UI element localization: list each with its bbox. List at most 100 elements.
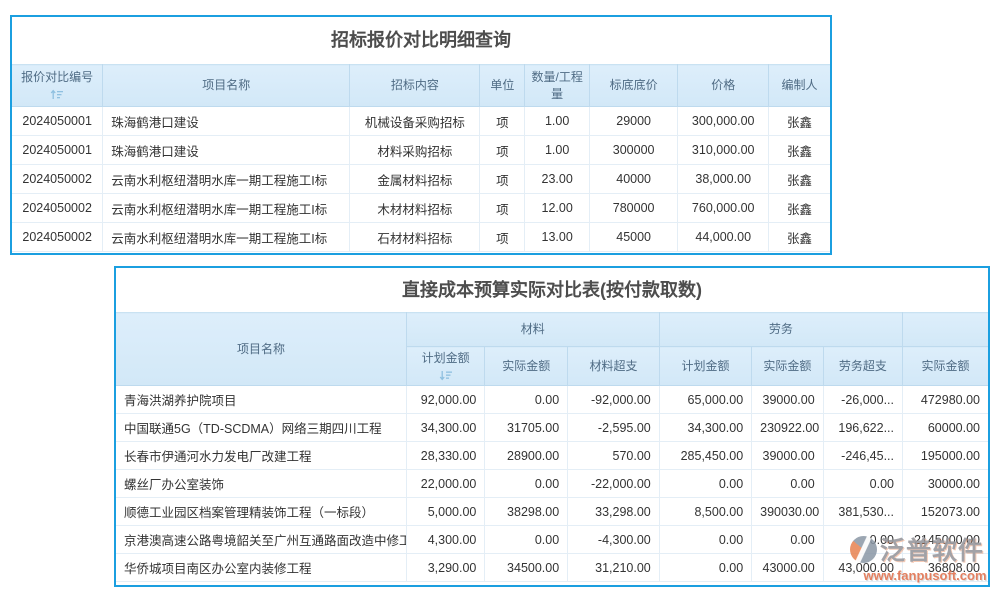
material-over-cell: -92,000.00: [568, 386, 660, 414]
unit-cell: 项: [480, 136, 525, 165]
last-actual-link[interactable]: 195000.00: [903, 442, 989, 470]
compare-id-link[interactable]: 2024050002: [12, 165, 103, 194]
col-header-bid-content: 招标内容: [350, 65, 480, 107]
base-price-cell: 300000: [589, 136, 677, 165]
project-name-link[interactable]: 京港澳高速公路粤境韶关至广州互通路面改造中修工: [116, 526, 406, 554]
col-header-unit: 单位: [480, 65, 525, 107]
price-cell: 44,000.00: [678, 223, 769, 252]
material-actual-link[interactable]: 0.00: [485, 526, 568, 554]
material-actual-link[interactable]: 38298.00: [485, 498, 568, 526]
group-header-empty: [903, 313, 989, 347]
compare-id-link[interactable]: 2024050001: [12, 136, 103, 165]
material-over-cell: -2,595.00: [568, 414, 660, 442]
project-name-link[interactable]: 云南水利枢纽潜明水库一期工程施工I标: [103, 194, 350, 223]
table-row: 2024050001 珠海鹤港口建设 机械设备采购招标 项 1.00 29000…: [12, 107, 830, 136]
material-actual-link[interactable]: 34500.00: [485, 554, 568, 582]
last-actual-link[interactable]: 60000.00: [903, 414, 989, 442]
col-header-project-name: 项目名称: [103, 65, 350, 107]
col-header-last-actual: 实际金额: [903, 347, 989, 386]
col-header-labor-plan: 计划金额: [659, 347, 751, 386]
material-plan-cell: 3,290.00: [406, 554, 484, 582]
table-row: 长春市伊通河水力发电厂改建工程 28,330.00 28900.00 570.0…: [116, 442, 988, 470]
col-header-author: 编制人: [769, 65, 830, 107]
cost-comparison-panel: 直接成本预算实际对比表(按付款取数) 项目名称 材料 劳务 计划金额: [114, 266, 990, 587]
project-name-link[interactable]: 顺德工业园区档案管理精装饰工程（一标段）: [116, 498, 406, 526]
author-link[interactable]: 张鑫: [769, 136, 830, 165]
material-actual-link[interactable]: 28900.00: [485, 442, 568, 470]
material-plan-cell: 34,300.00: [406, 414, 484, 442]
bid-panel-title: 招标报价对比明细查询: [12, 17, 830, 64]
col-header-material-actual: 实际金额: [485, 347, 568, 386]
labor-over-cell: -26,000...: [823, 386, 902, 414]
labor-actual-link[interactable]: 39000.00: [752, 386, 824, 414]
unit-cell: 项: [480, 107, 525, 136]
bid-content-cell: 木材材料招标: [350, 194, 480, 223]
material-actual-link[interactable]: 0.00: [485, 386, 568, 414]
project-name-link[interactable]: 青海洪湖养护院项目: [116, 386, 406, 414]
col-header-compare-id[interactable]: 报价对比编号: [12, 65, 103, 107]
labor-over-cell: -246,45...: [823, 442, 902, 470]
labor-plan-cell: 8,500.00: [659, 498, 751, 526]
labor-actual-link[interactable]: 43000.00: [752, 554, 824, 582]
author-link[interactable]: 张鑫: [769, 194, 830, 223]
table-row: 华侨城项目南区办公室内装修工程 3,290.00 34500.00 31,210…: [116, 554, 988, 582]
last-actual-link[interactable]: 36808.00: [903, 554, 989, 582]
last-actual-link[interactable]: 472980.00: [903, 386, 989, 414]
table-row: 2024050001 珠海鹤港口建设 材料采购招标 项 1.00 300000 …: [12, 136, 830, 165]
material-actual-link[interactable]: 0.00: [485, 470, 568, 498]
quantity-cell: 13.00: [525, 223, 590, 252]
project-name-link[interactable]: 螺丝厂办公室装饰: [116, 470, 406, 498]
material-actual-link[interactable]: 31705.00: [485, 414, 568, 442]
compare-id-link[interactable]: 2024050002: [12, 194, 103, 223]
group-header-material: 材料: [406, 313, 659, 347]
labor-actual-link[interactable]: 390030.00: [752, 498, 824, 526]
project-name-link[interactable]: 云南水利枢纽潜明水库一期工程施工I标: [103, 223, 350, 252]
project-name-link[interactable]: 珠海鹤港口建设: [103, 136, 350, 165]
sort-icon[interactable]: [50, 89, 64, 100]
labor-plan-cell: 65,000.00: [659, 386, 751, 414]
table-row: 中国联通5G（TD-SCDMA）网络三期四川工程 34,300.00 31705…: [116, 414, 988, 442]
project-name-link[interactable]: 华侨城项目南区办公室内装修工程: [116, 554, 406, 582]
labor-actual-link[interactable]: 0.00: [752, 470, 824, 498]
price-cell: 300,000.00: [678, 107, 769, 136]
last-actual-link[interactable]: 152073.00: [903, 498, 989, 526]
unit-cell: 项: [480, 223, 525, 252]
project-name-link[interactable]: 长春市伊通河水力发电厂改建工程: [116, 442, 406, 470]
project-name-link[interactable]: 云南水利枢纽潜明水库一期工程施工I标: [103, 165, 350, 194]
table-row: 京港澳高速公路粤境韶关至广州互通路面改造中修工 4,300.00 0.00 -4…: [116, 526, 988, 554]
material-over-cell: -4,300.00: [568, 526, 660, 554]
group-header-labor: 劳务: [659, 313, 902, 347]
table-row: 顺德工业园区档案管理精装饰工程（一标段） 5,000.00 38298.00 3…: [116, 498, 988, 526]
labor-over-cell: 43,000.00: [823, 554, 902, 582]
cost-comparison-table: 项目名称 材料 劳务 计划金额 实际金额 材料超支 计划金额: [116, 312, 988, 582]
material-plan-cell: 28,330.00: [406, 442, 484, 470]
labor-actual-link[interactable]: 39000.00: [752, 442, 824, 470]
labor-plan-cell: 0.00: [659, 526, 751, 554]
quantity-cell: 1.00: [525, 136, 590, 165]
labor-actual-link[interactable]: 0.00: [752, 526, 824, 554]
table-row: 螺丝厂办公室装饰 22,000.00 0.00 -22,000.00 0.00 …: [116, 470, 988, 498]
author-link[interactable]: 张鑫: [769, 165, 830, 194]
price-cell: 760,000.00: [678, 194, 769, 223]
col-header-quantity: 数量/工程量: [525, 65, 590, 107]
table-row: 2024050002 云南水利枢纽潜明水库一期工程施工I标 石材材料招标 项 1…: [12, 223, 830, 252]
compare-id-link[interactable]: 2024050001: [12, 107, 103, 136]
bid-content-cell: 金属材料招标: [350, 165, 480, 194]
labor-actual-link[interactable]: 230922.00: [752, 414, 824, 442]
base-price-cell: 29000: [589, 107, 677, 136]
col-header-material-plan[interactable]: 计划金额: [406, 347, 484, 386]
bid-comparison-panel: 招标报价对比明细查询 报价对比编号 项目名称 招标内容 单位: [10, 15, 832, 255]
material-over-cell: -22,000.00: [568, 470, 660, 498]
last-actual-link[interactable]: 30000.00: [903, 470, 989, 498]
sort-icon[interactable]: [439, 370, 453, 381]
author-link[interactable]: 张鑫: [769, 223, 830, 252]
project-name-link[interactable]: 珠海鹤港口建设: [103, 107, 350, 136]
author-link[interactable]: 张鑫: [769, 107, 830, 136]
bid-content-cell: 材料采购招标: [350, 136, 480, 165]
project-name-link[interactable]: 中国联通5G（TD-SCDMA）网络三期四川工程: [116, 414, 406, 442]
last-actual-link[interactable]: 2145000.00: [903, 526, 989, 554]
compare-id-link[interactable]: 2024050002: [12, 223, 103, 252]
labor-over-cell: 0.00: [823, 526, 902, 554]
bid-header-row: 报价对比编号 项目名称 招标内容 单位 数量/工程量 标底底价 价格 编制人: [12, 65, 830, 107]
labor-plan-cell: 34,300.00: [659, 414, 751, 442]
